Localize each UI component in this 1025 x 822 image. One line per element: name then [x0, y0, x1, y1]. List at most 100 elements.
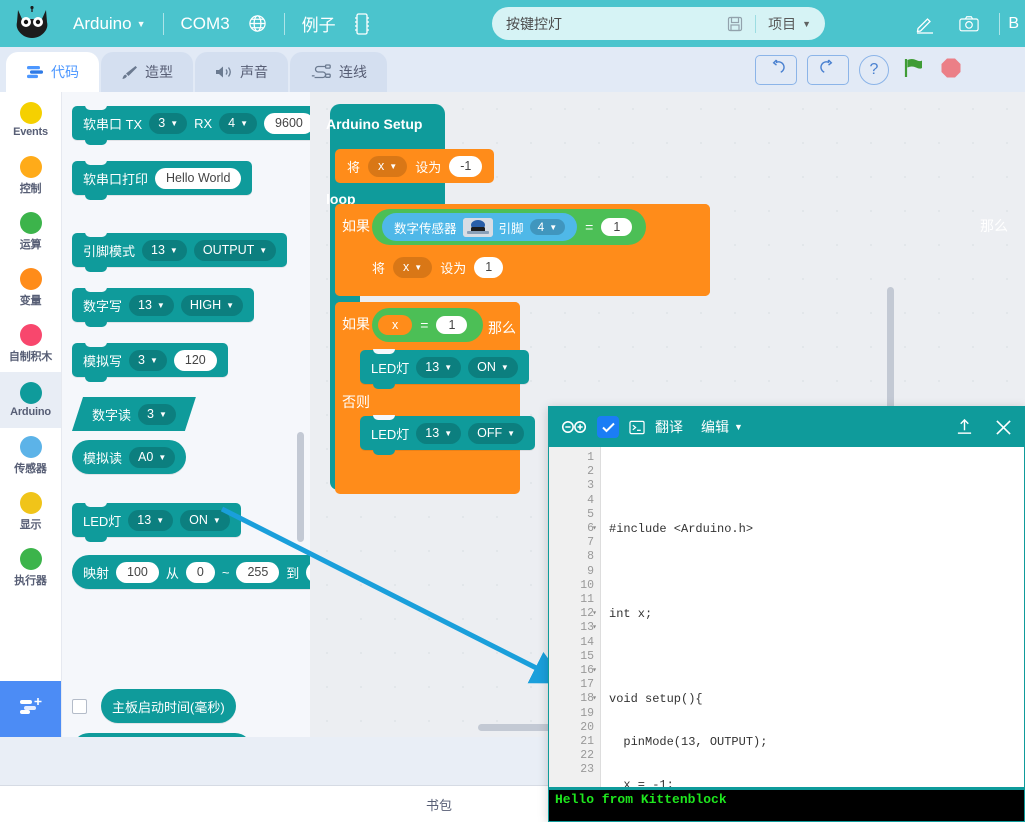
palette-block-analog-read[interactable]: 模拟读 A0 ▼: [72, 440, 187, 474]
category-control[interactable]: 控制: [0, 148, 61, 204]
state-dropdown[interactable]: OFF ▼: [468, 422, 525, 444]
tab-costumes[interactable]: 造型: [101, 52, 193, 92]
text-input[interactable]: Hello World: [155, 167, 242, 189]
fold-toggle-icon[interactable]: ▾: [592, 621, 597, 635]
code-text-area[interactable]: #include <Arduino.h> int x; void setup()…: [601, 447, 1024, 787]
pin-dropdown[interactable]: 3 ▼: [129, 349, 167, 371]
set-value-input[interactable]: 1: [474, 256, 504, 278]
backpack-bar[interactable]: 书包: [0, 785, 548, 822]
pin-dropdown[interactable]: 13 ▼: [416, 422, 462, 444]
category-my-blocks[interactable]: 自制积木: [0, 316, 61, 372]
language-globe-icon[interactable]: [239, 0, 276, 47]
baudrate-input[interactable]: 9600: [264, 112, 310, 134]
stop-button[interactable]: [937, 55, 965, 85]
category-actuators[interactable]: 执行器: [0, 540, 61, 596]
pin-dropdown[interactable]: 13 ▼: [129, 294, 174, 316]
tab-wiring[interactable]: 连线: [290, 52, 387, 92]
set-var-body[interactable]: 将 x ▼ 设为 -1: [335, 149, 495, 183]
set-value-input[interactable]: -1: [449, 155, 483, 177]
variable-dropdown[interactable]: x ▼: [393, 256, 433, 278]
project-menu[interactable]: 项目 ▼: [768, 14, 811, 34]
variable-dropdown[interactable]: x ▼: [368, 155, 408, 177]
code-editor[interactable]: 1 2 3 4 5 6 ▾ 7 8 9 10 11 12 ▾ 13 ▾ 14 15 1…: [549, 447, 1024, 787]
pin-dropdown[interactable]: 3 ▼: [149, 112, 188, 134]
board-menu[interactable]: Arduino ▼: [64, 0, 155, 47]
fold-toggle-icon[interactable]: ▾: [592, 664, 597, 678]
set-variable-block-1[interactable]: 将 x ▼ 设为 -1: [335, 149, 495, 183]
fold-toggle-icon[interactable]: ▾: [592, 692, 597, 706]
map-value-input[interactable]: 100: [116, 561, 159, 583]
palette-block-digital-read[interactable]: 数字读 3 ▼: [72, 397, 196, 431]
state-dropdown[interactable]: ON ▼: [468, 356, 518, 378]
palette-block-pin-mode[interactable]: 引脚模式 13 ▼ OUTPUT ▼: [72, 232, 288, 272]
palette-block-string-convert[interactable]: String 123 , HEX ▼: [72, 733, 253, 737]
category-operators[interactable]: 运算: [0, 204, 61, 260]
kittenbot-cat-logo[interactable]: [0, 0, 64, 47]
palette-block-millis[interactable]: 主板启动时间(毫秒): [101, 689, 236, 723]
sensor-pin-dropdown[interactable]: 4 ▼: [529, 219, 566, 235]
palette-block-digital-write[interactable]: 数字写 13 ▼ HIGH ▼: [72, 287, 255, 327]
category-sensors[interactable]: 传感器: [0, 428, 61, 484]
examples-menu[interactable]: 例子: [293, 0, 345, 47]
pin-dropdown[interactable]: 3 ▼: [138, 404, 176, 425]
palette-block-led[interactable]: LED灯 13 ▼ ON ▼: [72, 502, 241, 542]
monitor-checkbox[interactable]: [72, 698, 87, 714]
palette-block-soft-serial-print[interactable]: 软串口打印 Hello World: [72, 160, 253, 200]
green-flag-button[interactable]: [899, 55, 927, 85]
terminal-icon[interactable]: [629, 420, 645, 435]
palette-scrollbar[interactable]: [297, 432, 304, 542]
level-dropdown[interactable]: HIGH ▼: [180, 294, 244, 316]
add-extension-button[interactable]: [0, 681, 61, 737]
translate-button[interactable]: 翻译: [655, 417, 683, 437]
compare-value-input[interactable]: 1: [436, 316, 468, 334]
tab-sounds[interactable]: 声音: [195, 52, 288, 92]
pin-dropdown[interactable]: 13 ▼: [128, 509, 174, 531]
compile-check-button[interactable]: [597, 416, 619, 438]
pin-dropdown[interactable]: 13 ▼: [416, 356, 462, 378]
state-dropdown[interactable]: ON ▼: [180, 509, 230, 531]
palette-block-analog-write[interactable]: 模拟写 3 ▼ 120: [72, 342, 228, 382]
category-display[interactable]: 显示: [0, 484, 61, 540]
block-palette[interactable]: 软串口 TX 3 ▼ RX 4 ▼ 9600 软串口打印 Hello World: [62, 92, 310, 737]
led-body[interactable]: LED灯 13 ▼ ON ▼: [360, 349, 529, 389]
palette-block-map[interactable]: 映射 100 从 0 ~ 255 到 0 ~ 1024: [72, 555, 310, 589]
digital-sensor-reporter[interactable]: 数字传感器 引脚 4 ▼: [382, 213, 578, 241]
project-name-input[interactable]: 按键控灯: [506, 14, 727, 34]
compare-value-input[interactable]: 1: [601, 218, 633, 236]
category-events[interactable]: Events: [0, 92, 61, 148]
pin-dropdown[interactable]: A0 ▼: [129, 446, 176, 468]
equals-operator-1[interactable]: 数字传感器 引脚 4 ▼ = 1: [372, 209, 647, 245]
set-var-body[interactable]: 将 x ▼ 设为 1: [360, 250, 516, 284]
generated-code-panel[interactable]: 翻译 编辑 ▼ 1 2 3 4 5 6 ▾ 7 8 9 10 11 12 ▾ 1…: [548, 406, 1025, 822]
fold-toggle-icon[interactable]: ▾: [592, 522, 597, 536]
tab-code[interactable]: 代码: [6, 52, 99, 92]
save-icon[interactable]: [727, 16, 743, 32]
palette-block-soft-serial-begin[interactable]: 软串口 TX 3 ▼ RX 4 ▼ 9600: [72, 105, 310, 145]
led-block-on[interactable]: LED灯 13 ▼ ON ▼: [360, 349, 529, 389]
category-arduino[interactable]: Arduino: [0, 372, 61, 428]
undo-button[interactable]: [755, 55, 797, 85]
serial-terminal[interactable]: Hello from Kittenblock: [549, 787, 1024, 821]
close-button[interactable]: [995, 419, 1012, 436]
redo-button[interactable]: [807, 55, 849, 85]
account-label[interactable]: B: [1008, 15, 1025, 33]
chip-icon[interactable]: [345, 0, 379, 47]
pencil-edit-icon[interactable]: [903, 0, 947, 47]
serial-port-menu[interactable]: COM3: [172, 0, 239, 47]
led-body[interactable]: LED灯 13 ▼ OFF ▼: [360, 415, 536, 455]
equals-operator-2[interactable]: x = 1: [372, 308, 484, 342]
upload-button[interactable]: [956, 418, 973, 436]
mode-dropdown[interactable]: OUTPUT ▼: [193, 239, 277, 261]
led-block-off[interactable]: LED灯 13 ▼ OFF ▼: [360, 415, 536, 455]
value-input[interactable]: 120: [173, 349, 217, 371]
fold-toggle-icon[interactable]: ▾: [592, 607, 597, 621]
pin-dropdown[interactable]: 13 ▼: [142, 239, 187, 261]
edit-menu[interactable]: 编辑 ▼: [701, 417, 743, 437]
set-variable-block-2[interactable]: 将 x ▼ 设为 1: [360, 250, 516, 284]
help-button[interactable]: ?: [859, 55, 889, 85]
map-from-min-input[interactable]: 0: [185, 561, 215, 583]
rx-dropdown[interactable]: 4 ▼: [219, 112, 258, 134]
category-variables[interactable]: 变量: [0, 260, 61, 316]
camera-icon[interactable]: [947, 0, 991, 47]
variable-reporter-x[interactable]: x: [378, 315, 413, 335]
